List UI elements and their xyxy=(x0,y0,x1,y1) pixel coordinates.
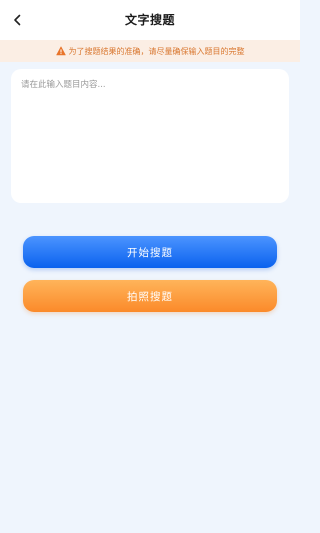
warning-icon xyxy=(55,46,66,56)
start-search-button[interactable]: 开始搜题 xyxy=(23,236,277,268)
photo-search-button[interactable]: 拍照搜题 xyxy=(23,280,277,312)
page-title: 文字搜题 xyxy=(124,13,175,27)
question-input[interactable] xyxy=(11,69,289,203)
top-app-bar: 文字搜题 xyxy=(0,0,300,40)
photo-search-label: 拍照搜题 xyxy=(127,290,173,303)
question-input-card xyxy=(11,69,289,203)
notice-text: 为了搜题结果的准确，请尽量确保输入题目的完整 xyxy=(68,46,245,56)
notice-banner: 为了搜题结果的准确，请尽量确保输入题目的完整 xyxy=(0,40,300,62)
start-search-label: 开始搜题 xyxy=(127,246,173,259)
